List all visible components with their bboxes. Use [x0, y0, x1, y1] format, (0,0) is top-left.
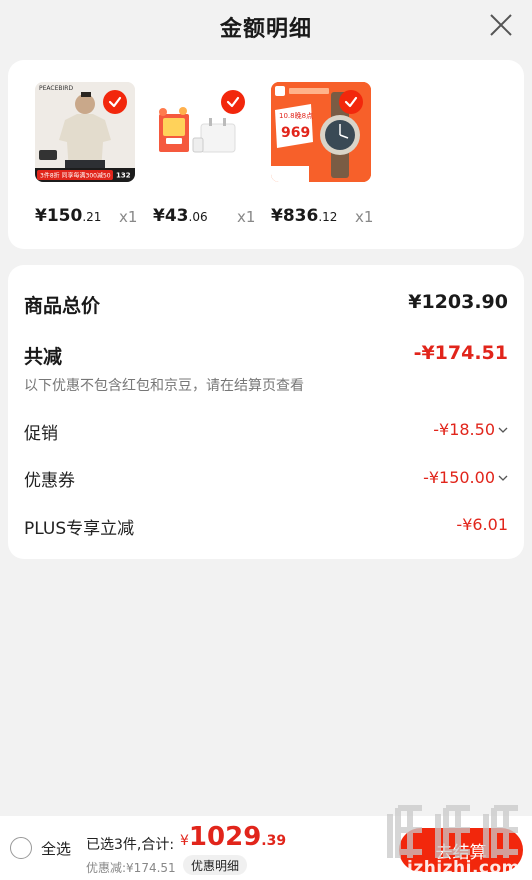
sum-decimal: .39 — [261, 833, 287, 849]
chevron-down-icon — [498, 475, 508, 481]
watermark-text: zhizhizhi.com — [384, 858, 520, 878]
coupon-row-toggle[interactable]: -¥150.00 — [423, 468, 508, 487]
product-quantity: x1 — [237, 208, 256, 226]
coupon-value: -¥150.00 — [423, 468, 495, 487]
close-icon[interactable] — [486, 10, 516, 40]
product-price: ¥836.12 — [271, 206, 337, 226]
promotion-row-toggle[interactable]: -¥18.50 — [433, 420, 508, 439]
promotion-value: -¥18.50 — [433, 420, 495, 439]
total-discount-value: -¥174.51 — [413, 342, 508, 364]
total-sum: ¥1029.39 — [180, 822, 286, 852]
product-price: ¥43.06 — [153, 206, 208, 226]
price-integer: ¥150 — [35, 206, 83, 226]
selected-check-icon[interactable] — [339, 90, 363, 114]
total-price-label: 商品总价 — [24, 295, 101, 317]
product-price: ¥150.21 — [35, 206, 101, 226]
coupon-label: 优惠券 — [24, 471, 75, 491]
select-all-label[interactable]: 全选 — [41, 838, 71, 859]
product-thumbnail[interactable]: PEACEBIRD 3件8折 同享每满300减50 132 — [35, 82, 135, 182]
thumb-tag: 10.8晚8点 — [279, 111, 313, 120]
product-thumbnail[interactable] — [153, 82, 253, 182]
promotion-label: 促销 — [24, 424, 58, 444]
total-discount-label: 共减 — [24, 346, 63, 368]
selected-check-icon[interactable] — [221, 90, 245, 114]
plus-discount-value: -¥6.01 — [456, 515, 508, 534]
product-item[interactable]: ¥43.06 x1 — [153, 82, 265, 226]
selected-count-text: 已选3件,合计: — [86, 837, 175, 853]
sum-integer: 1029 — [188, 822, 262, 852]
total-price-value: ¥1203.90 — [408, 291, 508, 313]
sum-currency: ¥ — [180, 833, 189, 849]
product-quantity: x1 — [355, 208, 374, 226]
thumb-price: 969 — [281, 125, 310, 141]
thumb-logo: PEACEBIRD — [39, 85, 73, 92]
thumb-banner: 3件8折 同享每满300减50 — [40, 172, 111, 180]
price-summary-card: 商品总价 ¥1203.90 共减 -¥174.51 以下优惠不包含红包和京豆，请… — [8, 265, 524, 559]
chevron-down-icon — [498, 427, 508, 433]
product-quantity: x1 — [119, 208, 138, 226]
discount-detail-button[interactable]: 优惠明细 — [183, 855, 248, 875]
price-integer: ¥836 — [271, 206, 319, 226]
product-item[interactable]: PEACEBIRD 3件8折 同享每满300减50 132 ¥150.21 x1 — [35, 82, 147, 226]
page-title: 金额明细 — [219, 17, 312, 42]
price-decimal: .06 — [188, 210, 208, 224]
selected-check-icon[interactable] — [103, 90, 127, 114]
products-card: PEACEBIRD 3件8折 同享每满300减50 132 ¥150.21 x1 — [8, 60, 524, 249]
select-all-radio[interactable] — [10, 837, 32, 859]
thumb-price: 132 — [116, 172, 131, 180]
price-decimal: .12 — [318, 210, 338, 224]
price-integer: ¥43 — [153, 206, 189, 226]
plus-discount-label: PLUS专享立减 — [24, 519, 135, 539]
price-decimal: .21 — [82, 210, 102, 224]
product-thumbnail[interactable]: 10.8晚8点 969 — [271, 82, 371, 182]
discount-summary: 优惠减:¥174.51 — [86, 861, 176, 875]
header: 金额明细 — [0, 0, 532, 54]
discount-note: 以下优惠不包含红包和京豆，请在结算页查看 — [24, 378, 304, 394]
product-item[interactable]: 10.8晚8点 969 ¥836.12 x1 — [271, 82, 383, 226]
